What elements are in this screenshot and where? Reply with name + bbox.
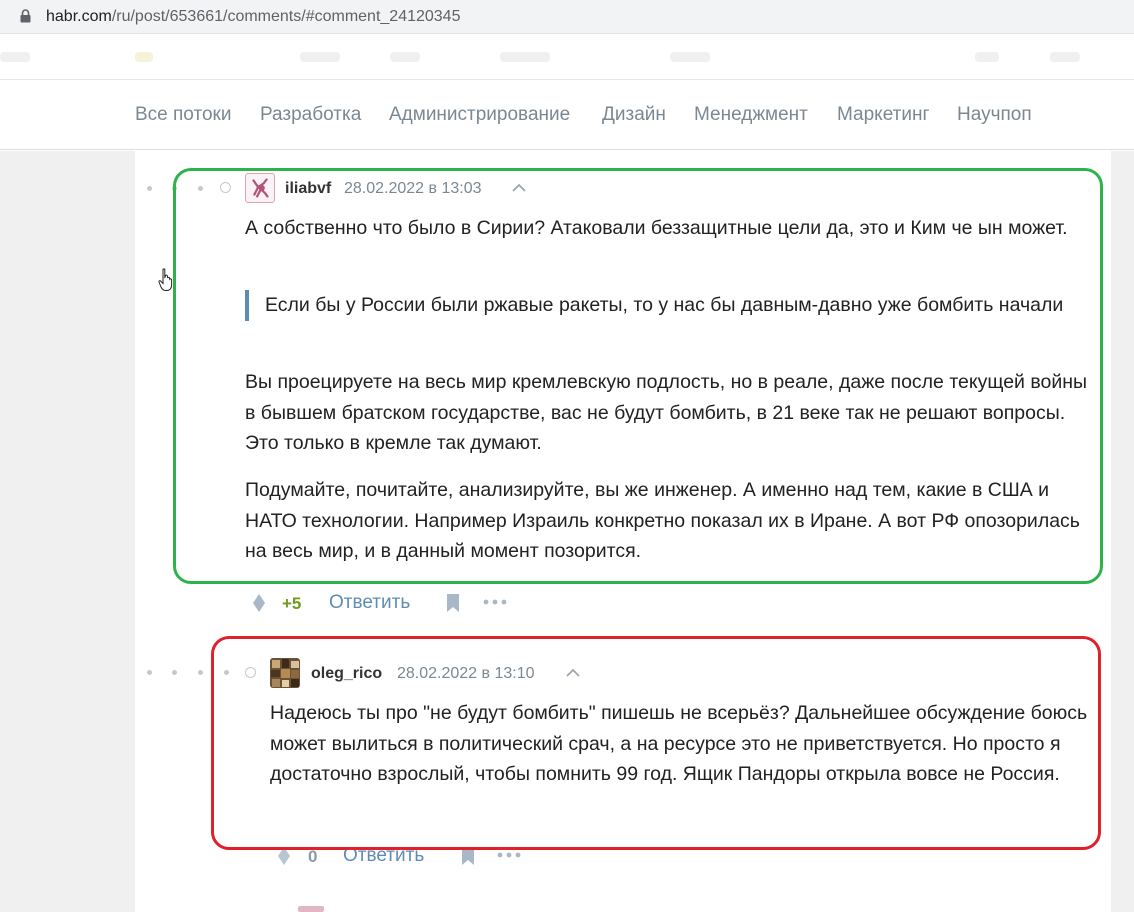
bookmark-blur	[390, 52, 420, 62]
vote-icon[interactable]	[252, 593, 266, 613]
bookmark-blur	[300, 52, 340, 62]
thread-dot	[147, 186, 152, 191]
comment-score: 0	[308, 847, 318, 866]
bookmark-blur	[0, 52, 30, 62]
thread-dot	[198, 670, 203, 675]
url-host: habr.com	[46, 8, 112, 25]
thread-dot	[172, 670, 177, 675]
bookmark-icon[interactable]	[446, 593, 460, 613]
nav-popsci[interactable]: Научпоп	[957, 104, 1032, 126]
bookmark-blur	[670, 52, 710, 62]
more-icon[interactable]	[497, 852, 521, 858]
more-icon[interactable]	[483, 599, 507, 605]
nav-management[interactable]: Менеджмент	[694, 104, 808, 126]
hand-cursor-icon	[158, 268, 173, 291]
nav-marketing[interactable]: Маркетинг	[837, 104, 929, 126]
bookmark-blur	[1050, 52, 1080, 62]
hubs-nav: Все потоки Разработка Администрирование …	[0, 80, 1134, 150]
nav-administration[interactable]: Администрирование	[389, 104, 570, 126]
bookmarks-bar	[0, 34, 1134, 80]
comment-actions: +5 Ответить	[252, 590, 522, 620]
bookmark-blur	[975, 52, 999, 62]
thread-dot	[147, 670, 152, 675]
highlight-green-frame	[173, 168, 1103, 584]
highlight-red-frame	[211, 636, 1101, 850]
comment-score: +5	[282, 594, 302, 613]
bookmark-blur	[500, 52, 550, 62]
avatar	[298, 906, 324, 912]
lock-icon	[20, 9, 31, 23]
nav-design[interactable]: Дизайн	[602, 104, 666, 126]
address-bar[interactable]: habr.com/ru/post/653661/comments/#commen…	[0, 0, 1134, 34]
reply-button[interactable]: Ответить	[329, 592, 410, 614]
url-path: /ru/post/653661/comments/#comment_241203…	[111, 8, 461, 25]
url-text[interactable]: habr.com/ru/post/653661/comments/#commen…	[46, 8, 460, 26]
nav-development[interactable]: Разработка	[260, 104, 361, 126]
nav-all-flows[interactable]: Все потоки	[135, 104, 231, 126]
bookmark-blur	[135, 52, 153, 62]
